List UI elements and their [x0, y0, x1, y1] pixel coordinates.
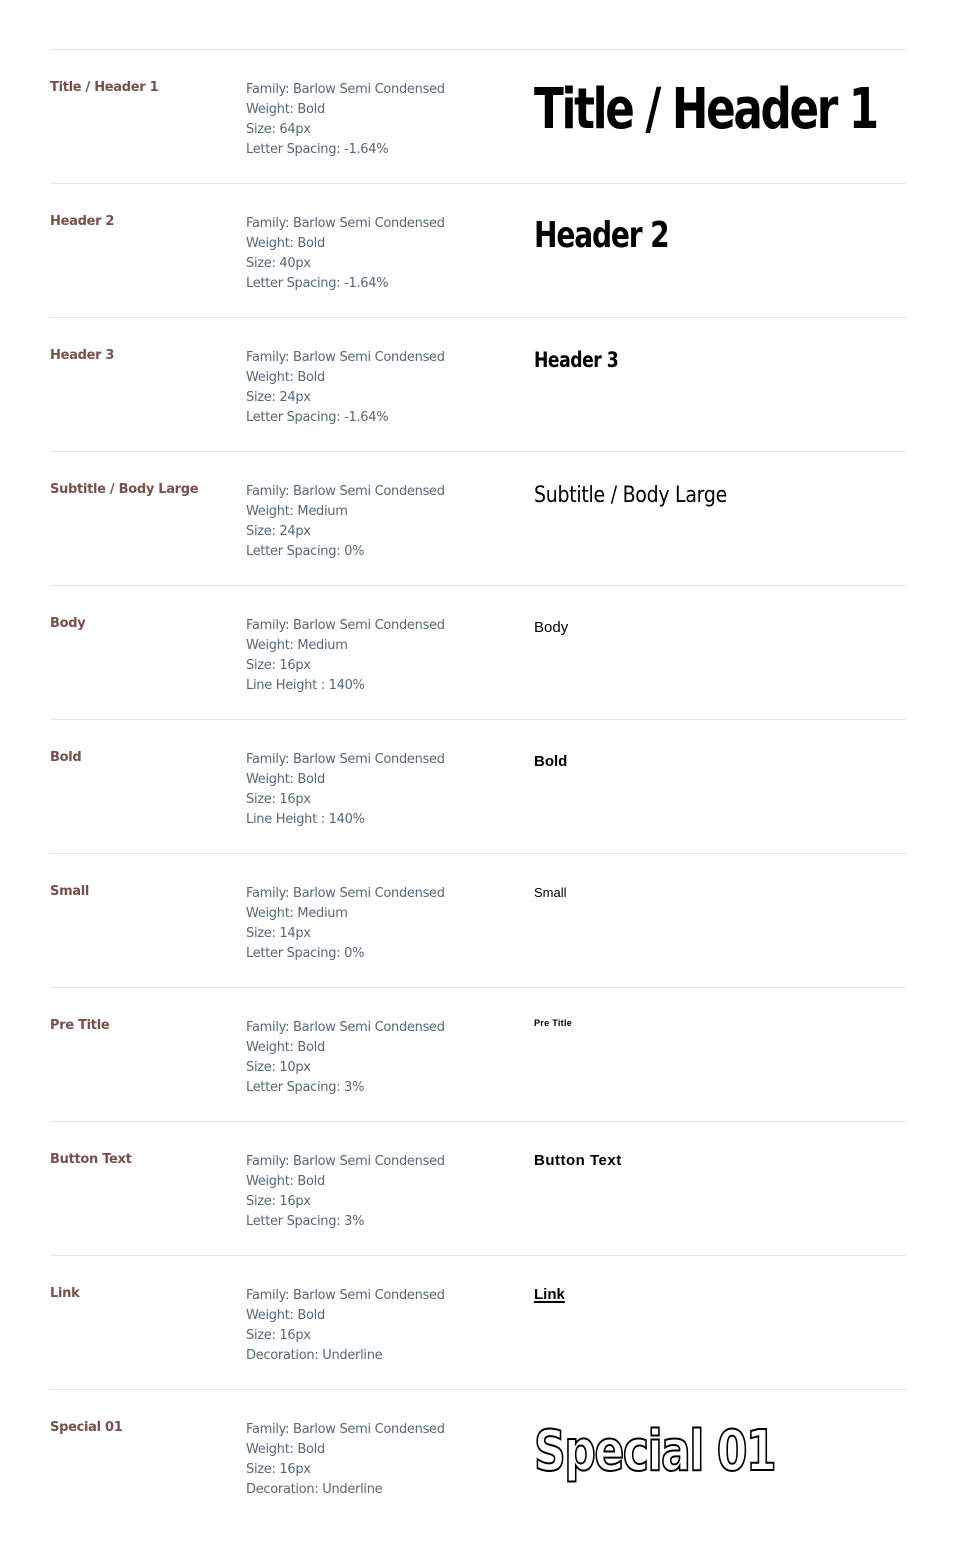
- spec-extra: Letter Spacing: 3%: [246, 1080, 365, 1095]
- style-name: Link: [50, 1286, 80, 1301]
- style-name: Bold: [50, 750, 82, 765]
- spec-weight: Weight: Bold: [246, 236, 325, 251]
- spec-weight: Weight: Bold: [246, 1308, 325, 1323]
- style-specs: Family: Barlow Semi Condensed Weight: Me…: [246, 884, 445, 964]
- spec-family: Family: Barlow Semi Condensed: [246, 484, 445, 499]
- spec-size: Size: 16px: [246, 658, 311, 673]
- spec-extra: Letter Spacing: 0%: [246, 946, 365, 961]
- spec-weight: Weight: Bold: [246, 1442, 325, 1457]
- style-specs: Family: Barlow Semi Condensed Weight: Bo…: [246, 348, 445, 428]
- spec-family: Family: Barlow Semi Condensed: [246, 1288, 445, 1303]
- spec-size: Size: 14px: [246, 926, 311, 941]
- spec-extra: Line Height : 140%: [246, 812, 365, 827]
- spec-family: Family: Barlow Semi Condensed: [246, 1422, 445, 1437]
- style-name: Body: [50, 616, 86, 631]
- typography-table: Title / Header 1 Family: Barlow Semi Con…: [50, 49, 906, 1523]
- spec-family: Family: Barlow Semi Condensed: [246, 216, 445, 231]
- spec-weight: Weight: Bold: [246, 102, 325, 117]
- type-row-bold: Bold Family: Barlow Semi Condensed Weigh…: [50, 720, 906, 854]
- style-specs: Family: Barlow Semi Condensed Weight: Bo…: [246, 80, 445, 160]
- style-specs: Family: Barlow Semi Condensed Weight: Bo…: [246, 1018, 445, 1098]
- spec-weight: Weight: Bold: [246, 1040, 325, 1055]
- spec-extra: Line Height : 140%: [246, 678, 365, 693]
- spec-extra: Decoration: Underline: [246, 1482, 383, 1497]
- spec-weight: Weight: Bold: [246, 370, 325, 385]
- spec-extra: Letter Spacing: -1.64%: [246, 142, 389, 157]
- style-specs: Family: Barlow Semi Condensed Weight: Bo…: [246, 1152, 445, 1232]
- spec-weight: Weight: Medium: [246, 906, 348, 921]
- type-row-title-header-1: Title / Header 1 Family: Barlow Semi Con…: [50, 50, 906, 184]
- style-specs: Family: Barlow Semi Condensed Weight: Me…: [246, 482, 445, 562]
- style-sample: Body: [534, 619, 569, 636]
- spec-family: Family: Barlow Semi Condensed: [246, 1154, 445, 1169]
- spec-size: Size: 16px: [246, 792, 311, 807]
- type-row-header-3: Header 3 Family: Barlow Semi Condensed W…: [50, 318, 906, 452]
- style-sample: Title / Header 1: [534, 77, 879, 142]
- type-row-subtitle: Subtitle / Body Large Family: Barlow Sem…: [50, 452, 906, 586]
- spec-size: Size: 16px: [246, 1462, 311, 1477]
- spec-size: Size: 64px: [246, 122, 311, 137]
- spec-family: Family: Barlow Semi Condensed: [246, 752, 445, 767]
- spec-extra: Letter Spacing: -1.64%: [246, 410, 389, 425]
- spec-size: Size: 16px: [246, 1328, 311, 1343]
- style-specs: Family: Barlow Semi Condensed Weight: Bo…: [246, 1420, 445, 1500]
- style-specs: Family: Barlow Semi Condensed Weight: Bo…: [246, 214, 445, 294]
- spec-size: Size: 24px: [246, 524, 311, 539]
- style-name: Button Text: [50, 1152, 132, 1167]
- style-name: Small: [50, 884, 90, 899]
- link-sample[interactable]: Link: [534, 1286, 565, 1303]
- spec-family: Family: Barlow Semi Condensed: [246, 350, 445, 365]
- style-specs: Family: Barlow Semi Condensed Weight: Bo…: [246, 750, 445, 830]
- spec-size: Size: 24px: [246, 390, 311, 405]
- spec-weight: Weight: Bold: [246, 1174, 325, 1189]
- spec-weight: Weight: Medium: [246, 504, 348, 519]
- style-specs: Family: Barlow Semi Condensed Weight: Bo…: [246, 1286, 445, 1366]
- type-row-header-2: Header 2 Family: Barlow Semi Condensed W…: [50, 184, 906, 318]
- spec-extra: Letter Spacing: 0%: [246, 544, 365, 559]
- style-sample: Header 3: [534, 348, 619, 372]
- style-sample: Subtitle / Body Large: [534, 483, 728, 508]
- style-name: Header 2: [50, 214, 115, 229]
- spec-extra: Letter Spacing: -1.64%: [246, 276, 389, 291]
- type-row-body: Body Family: Barlow Semi Condensed Weigh…: [50, 586, 906, 720]
- spec-size: Size: 16px: [246, 1194, 311, 1209]
- spec-extra: Letter Spacing: 3%: [246, 1214, 365, 1229]
- spec-extra: Decoration: Underline: [246, 1348, 383, 1363]
- type-row-special-01: Special 01 Family: Barlow Semi Condensed…: [50, 1390, 906, 1523]
- type-row-small: Small Family: Barlow Semi Condensed Weig…: [50, 854, 906, 988]
- type-row-button-text: Button Text Family: Barlow Semi Condense…: [50, 1122, 906, 1256]
- spec-family: Family: Barlow Semi Condensed: [246, 82, 445, 97]
- style-sample: Small: [534, 885, 567, 900]
- spec-weight: Weight: Bold: [246, 772, 325, 787]
- spec-size: Size: 10px: [246, 1060, 311, 1075]
- style-name: Special 01: [50, 1420, 123, 1435]
- style-sample: Bold: [534, 753, 568, 770]
- spec-weight: Weight: Medium: [246, 638, 348, 653]
- style-name: Header 3: [50, 348, 115, 363]
- style-specs: Family: Barlow Semi Condensed Weight: Me…: [246, 616, 445, 696]
- style-sample: Special 01: [533, 1419, 777, 1484]
- spec-family: Family: Barlow Semi Condensed: [246, 1020, 445, 1035]
- style-name: Pre Title: [50, 1018, 110, 1033]
- style-name: Title / Header 1: [50, 80, 159, 95]
- style-name: Subtitle / Body Large: [50, 482, 199, 497]
- style-sample: Button Text: [534, 1152, 622, 1169]
- spec-family: Family: Barlow Semi Condensed: [246, 618, 445, 633]
- spec-size: Size: 40px: [246, 256, 311, 271]
- spec-family: Family: Barlow Semi Condensed: [246, 886, 445, 901]
- type-row-pre-title: Pre Title Family: Barlow Semi Condensed …: [50, 988, 906, 1122]
- style-sample: Pre Title: [534, 1018, 573, 1028]
- type-row-link: Link Family: Barlow Semi Condensed Weigh…: [50, 1256, 906, 1390]
- style-sample: Header 2: [534, 215, 670, 256]
